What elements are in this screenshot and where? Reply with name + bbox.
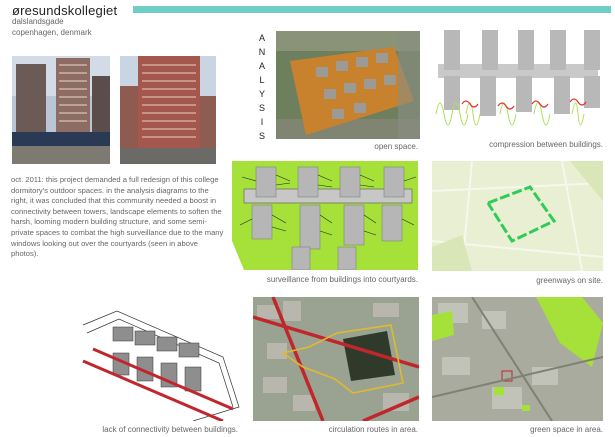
analysis-letter-4: L xyxy=(259,75,265,85)
open-space-diagram xyxy=(276,31,420,139)
analysis-letter-6: S xyxy=(258,103,265,113)
compression-diagram xyxy=(432,30,603,138)
surveillance-diagram xyxy=(232,161,418,270)
page-title: øresundskollegiet xyxy=(12,3,118,18)
subtitle-street: dalslandsgade xyxy=(12,17,64,26)
caption-surveillance: surveillance from buildings into courtya… xyxy=(266,275,418,284)
project-description: oct. 2011: this project demanded a full … xyxy=(11,175,224,259)
caption-green-space: green space in area. xyxy=(530,425,603,434)
caption-greenways: greenways on site. xyxy=(536,276,603,285)
caption-compression: compression between buildings. xyxy=(489,140,603,149)
analysis-letter-7: I xyxy=(260,117,264,127)
green-space-diagram xyxy=(432,297,603,421)
greenways-diagram xyxy=(432,161,603,271)
caption-open-space: open space. xyxy=(374,142,418,151)
analysis-letter-1: A xyxy=(258,33,265,43)
title-accent-bar xyxy=(133,6,611,13)
connectivity-diagram xyxy=(73,297,241,421)
analysis-letter-8: S xyxy=(258,131,265,141)
caption-connectivity: lack of connectivity between buildings. xyxy=(102,425,238,434)
site-photo-right xyxy=(120,56,216,164)
analysis-letter-5: Y xyxy=(258,89,265,99)
subtitle-city: copenhagen, denmark xyxy=(12,28,92,37)
site-photo-left xyxy=(12,56,110,164)
analysis-letter-3: A xyxy=(258,61,265,71)
caption-circulation: circulation routes in area. xyxy=(328,425,418,434)
circulation-diagram xyxy=(253,297,419,421)
analysis-letter-2: N xyxy=(258,47,266,57)
